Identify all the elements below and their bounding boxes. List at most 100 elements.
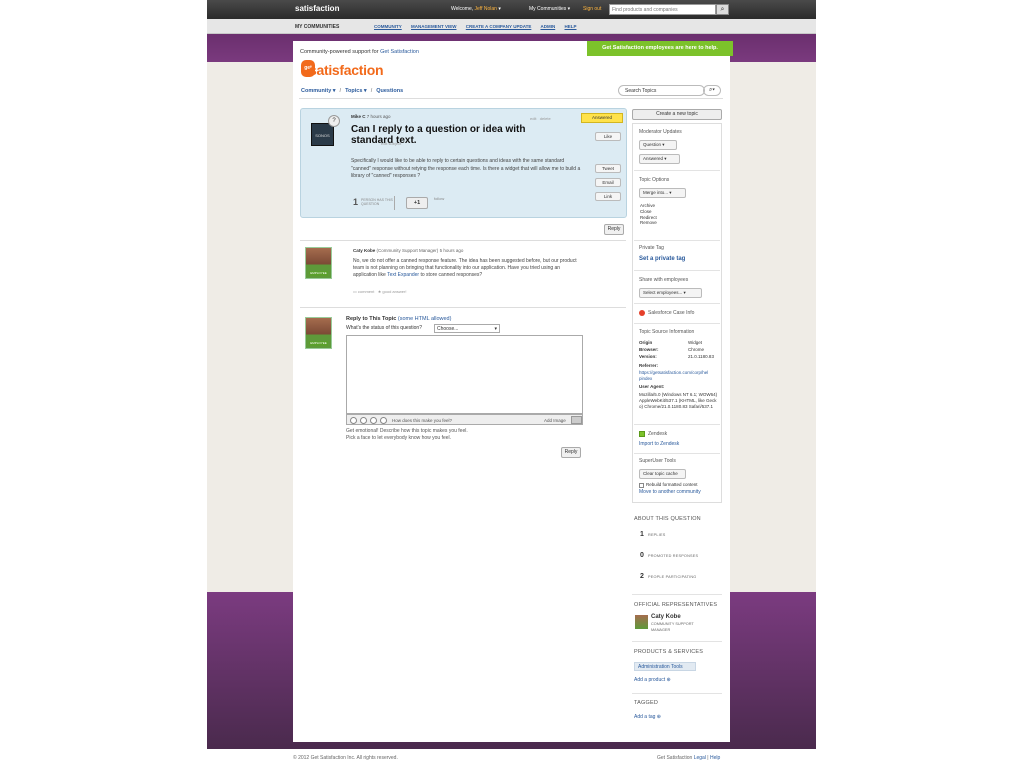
user-agent-label: User Agent: — [639, 384, 665, 389]
reply-form-heading: Reply to This Topic — [346, 316, 397, 322]
nav-admin[interactable]: ADMIN — [540, 24, 555, 29]
add-product-link[interactable]: Add a product ⊕ — [634, 677, 671, 683]
answered-status-button[interactable]: Answered ▾ — [639, 154, 680, 164]
help-link[interactable]: Help — [710, 755, 720, 761]
question-type-button[interactable]: Question ▾ — [639, 140, 677, 150]
logo-small[interactable]: satisfaction — [295, 4, 339, 13]
zendesk-icon — [639, 431, 645, 437]
delete-link[interactable]: delete — [540, 116, 551, 121]
reply-header: Caty Kobe (Community Support Manager) 5 … — [353, 248, 463, 253]
add-image-link[interactable]: Add Image — [544, 418, 566, 423]
source-info-label: Topic Source Information — [639, 329, 695, 335]
breadcrumb: Community ▾ / Topics ▾ / Questions — [301, 88, 404, 94]
separator — [634, 323, 720, 324]
nav-help[interactable]: HELP — [564, 24, 576, 29]
image-icon[interactable] — [571, 416, 582, 424]
html-allowed-link[interactable]: (some HTML allowed) — [398, 316, 452, 322]
select-employees-dropdown[interactable]: Select employees... ▾ — [639, 288, 702, 298]
footer-gs: Get Satisfaction — [657, 755, 693, 761]
reply-author[interactable]: Caty Kobe — [353, 248, 375, 253]
star-icon: ★ — [377, 289, 382, 294]
reply-author-avatar[interactable]: EMPLOYEE — [305, 247, 332, 279]
browser-label: Browser: — [639, 347, 659, 352]
my-communities-menu[interactable]: My Communities ▾ — [529, 6, 570, 12]
archive-option[interactable]: Archive — [640, 203, 657, 209]
official-avatar[interactable] — [635, 615, 648, 629]
salesforce-label[interactable]: Salesforce Case Info — [648, 310, 694, 316]
official-name[interactable]: Caty Kobe — [651, 614, 681, 621]
remove-option[interactable]: Remove — [640, 220, 657, 226]
nav-community[interactable]: COMMUNITY — [374, 24, 402, 29]
import-zendesk-link[interactable]: Import to Zendesk — [639, 441, 679, 447]
crumb-topics[interactable]: Topics — [345, 88, 362, 94]
separator — [634, 270, 720, 271]
user-link[interactable]: Jeff Nolan — [475, 6, 497, 12]
top-search-input[interactable]: Find products and companies — [609, 4, 716, 15]
stat-promoted-count: 0 — [640, 552, 644, 559]
create-topic-button[interactable]: Create a new topic — [632, 109, 722, 120]
crumb-community[interactable]: Community — [301, 88, 331, 94]
version-label: Version: — [639, 354, 657, 359]
reply-time: 5 hours ago — [439, 248, 464, 253]
sign-out-link[interactable]: Sign out — [583, 6, 601, 12]
text-expander-link[interactable]: Text Expander — [387, 272, 419, 278]
email-button[interactable]: Email — [595, 178, 621, 187]
link-button[interactable]: Link — [595, 192, 621, 201]
help-line-1: Get emotional! Describe how this topic m… — [346, 428, 468, 434]
add-tag-link[interactable]: Add a tag ⊕ — [634, 714, 661, 720]
product-tag[interactable]: Administration Tools — [634, 662, 696, 671]
reply-button-top[interactable]: Reply — [604, 224, 624, 235]
tagged-title: TAGGED — [634, 700, 659, 706]
nav-management-view[interactable]: MANAGEMENT VIEW — [411, 24, 457, 29]
face-happy-icon[interactable] — [350, 417, 357, 424]
follow-link[interactable]: follow — [434, 196, 444, 201]
clear-cache-button[interactable]: Clear topic cache — [639, 469, 686, 479]
tagline-prefix: Community-powered support for — [300, 49, 379, 55]
reply-submit-button[interactable]: Reply — [561, 447, 581, 458]
merge-button[interactable]: Merge into... ▾ — [639, 188, 686, 198]
edit-link[interactable]: edit — [530, 116, 536, 121]
question-author-name[interactable]: Mike C — [351, 114, 366, 119]
tweet-button[interactable]: Tweet — [595, 164, 621, 173]
comment-link[interactable]: comment — [358, 289, 374, 294]
stat-replies-label: REPLIES — [648, 533, 666, 537]
question-body: Specifically I would like to be able to … — [351, 158, 581, 179]
legal-link[interactable]: Legal — [694, 755, 706, 761]
good-answer-link[interactable]: good answer! — [382, 289, 406, 294]
referrer-link[interactable]: https://getsatisfaction.com/corp/helpind… — [639, 370, 709, 382]
face-silly-icon[interactable] — [380, 417, 387, 424]
status-select[interactable]: Choose... ▾ — [434, 324, 500, 333]
separator — [634, 424, 720, 425]
products-title: PRODUCTS & SERVICES — [634, 649, 704, 655]
sub-nav-links: COMMUNITY MANAGEMENT VIEW CREATE A COMPA… — [374, 24, 585, 29]
face-sad-icon[interactable] — [370, 417, 377, 424]
reply-actions: ▭ comment ★ good answer! — [353, 289, 406, 294]
status-select-value: Choose... — [437, 326, 459, 332]
employees-banner: Get Satisfaction employees are here to h… — [587, 41, 733, 56]
set-private-tag-link[interactable]: Set a private tag — [639, 256, 685, 262]
rebuild-checkbox[interactable] — [639, 483, 644, 488]
employee-badge: EMPLOYEE — [309, 271, 328, 276]
edit-subject-link[interactable]: edit subject — [381, 141, 401, 146]
salesforce-icon — [639, 310, 645, 316]
move-community-link[interactable]: Move to another community — [639, 489, 701, 495]
topic-search-input[interactable]: Search Topics — [618, 85, 705, 96]
topic-search-icon[interactable]: ⌕▾ — [703, 85, 721, 96]
tagline-link[interactable]: Get Satisfaction — [380, 49, 419, 55]
origin-value: Widget — [688, 340, 703, 345]
crumb-questions[interactable]: Questions — [376, 88, 403, 94]
question-bubble-icon: ? — [328, 115, 340, 127]
plus-one-button[interactable]: +1 — [406, 197, 428, 209]
search-icon[interactable]: ⌕ — [716, 4, 729, 15]
stat-people-count: 2 — [640, 573, 644, 580]
like-button[interactable]: Like — [595, 132, 621, 141]
nav-create-update[interactable]: CREATE A COMPANY UPDATE — [466, 24, 532, 29]
topic-option-list: Archive Close Redirect Remove — [640, 203, 657, 226]
tagline: Community-powered support for Get Satisf… — [300, 49, 419, 55]
zendesk-label: Zendesk — [648, 431, 668, 437]
stat-people-label: PEOPLE PARTICIPATING — [648, 575, 697, 579]
reply-textarea[interactable] — [346, 335, 583, 414]
face-indifferent-icon[interactable] — [360, 417, 367, 424]
stat-replies-count: 1 — [640, 531, 644, 538]
stat-promoted-label: PROMOTED RESPONSES — [648, 554, 699, 558]
